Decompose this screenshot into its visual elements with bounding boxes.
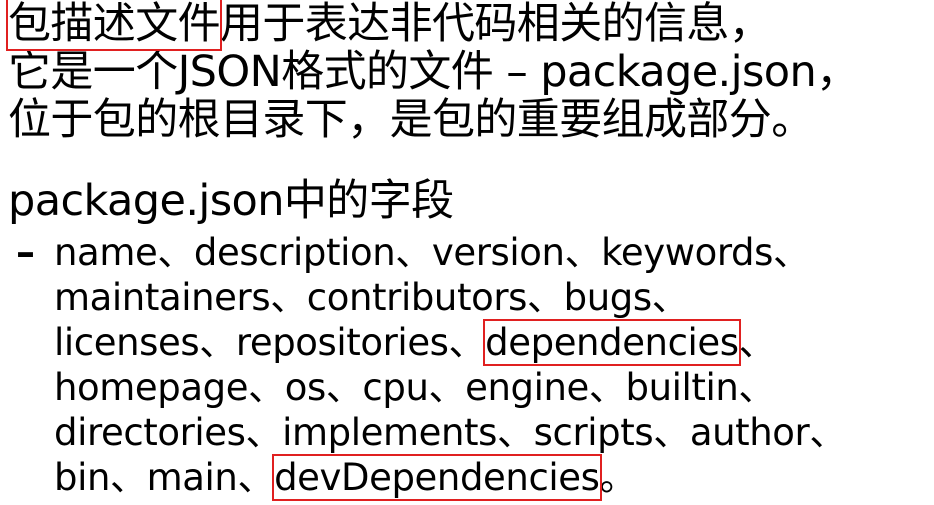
highlighted-field-dependencies: dependencies xyxy=(483,319,741,366)
fields-line-3-pre: licenses、repositories、 xyxy=(54,321,486,364)
intro-line-1: 包描述文件用于表达非代码相关的信息， xyxy=(6,0,934,51)
fields-line-2: maintainers、contributors、bugs、 xyxy=(54,276,689,319)
bullet-marker: – xyxy=(16,230,35,274)
highlighted-term-package-descriptor: 包描述文件 xyxy=(6,0,222,51)
fields-line-4: homepage、os、cpu、engine、builtin、 xyxy=(54,366,776,409)
intro-line-2: 它是一个JSON格式的文件 – package.json， xyxy=(8,47,859,97)
fields-line-5: directories、implements、scripts、author、 xyxy=(54,411,846,454)
fields-line-3-post: 、 xyxy=(738,321,776,364)
slide: 包描述文件用于表达非代码相关的信息， 它是一个JSON格式的文件 – packa… xyxy=(0,0,934,505)
fields-line-6-post: 。 xyxy=(599,456,637,499)
highlighted-field-devdependencies: devDependencies xyxy=(272,454,602,501)
fields-line-3: licenses、repositories、dependencies、 xyxy=(54,319,934,366)
fields-line-6: bin、main、devDependencies。 xyxy=(54,454,934,501)
fields-line-6-pre: bin、main、 xyxy=(54,456,275,499)
intro-line-3: 位于包的根目录下，是包的重要组成部分。 xyxy=(8,95,814,145)
intro-paragraph: 包描述文件用于表达非代码相关的信息， 它是一个JSON格式的文件 – packa… xyxy=(6,0,934,145)
fields-list: name、description、version、keywords、 maint… xyxy=(54,230,934,501)
fields-line-1: name、description、version、keywords、 xyxy=(54,231,810,274)
fields-heading: package.json中的字段 xyxy=(8,176,454,226)
intro-line-1-text: 用于表达非代码相关的信息， xyxy=(220,0,772,49)
